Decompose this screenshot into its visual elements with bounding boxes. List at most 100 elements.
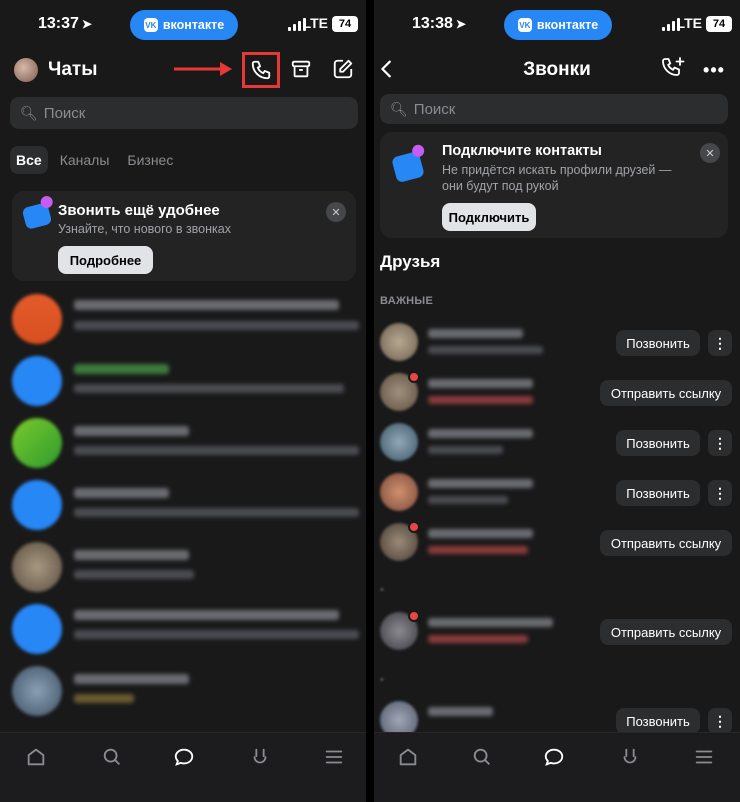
blurred-section-letter: •: [380, 674, 384, 686]
archive-button[interactable]: [290, 58, 314, 82]
contacts-promo-icon: [391, 150, 425, 184]
messages-tab[interactable]: [540, 743, 568, 771]
friends-title: Друзья: [380, 252, 441, 271]
services-icon: [623, 748, 637, 764]
profile-avatar[interactable]: [14, 58, 38, 82]
blurred-text: [74, 321, 359, 330]
call-button[interactable]: Позвонить: [616, 480, 700, 506]
send-link-button[interactable]: Отправить ссылку: [600, 530, 732, 556]
home-tab[interactable]: [394, 743, 422, 771]
more-info-button[interactable]: Подробнее: [58, 246, 153, 274]
blurred-text: [428, 479, 533, 488]
friend-row: Отправить ссылку: [380, 521, 732, 565]
list-item[interactable]: [12, 356, 362, 418]
add-call-button[interactable]: [661, 56, 687, 82]
search-tab[interactable]: [98, 743, 126, 771]
close-icon[interactable]: ✕: [700, 143, 720, 163]
chat-filter-tabs: Все Каналы Бизнес: [10, 146, 179, 174]
bottom-tab-bar: [0, 732, 366, 802]
tab-all[interactable]: Все: [10, 146, 48, 174]
network-label: LTE: [302, 15, 328, 31]
connect-contacts-card: Подключите контакты Не придётся искать п…: [380, 132, 728, 238]
call-button[interactable]: Позвонить: [616, 330, 700, 356]
services-tab[interactable]: [246, 743, 274, 771]
blurred-text: [74, 384, 344, 393]
call-button[interactable]: Позвонить: [616, 708, 700, 734]
battery-icon: 74: [332, 16, 358, 32]
blurred-text: [428, 529, 533, 538]
avatar: [12, 604, 62, 654]
blurred-text: [428, 429, 533, 438]
list-item[interactable]: [12, 666, 362, 728]
friend-more-button[interactable]: ⋮: [708, 330, 732, 356]
search-tab[interactable]: [468, 743, 496, 771]
search-icon: [473, 748, 490, 765]
send-link-button[interactable]: Отправить ссылку: [600, 380, 732, 406]
notification-badge: [408, 610, 420, 622]
navigation-arrow-icon: ➤: [81, 17, 92, 31]
search-input[interactable]: 🔍︎ Поиск: [10, 97, 358, 129]
avatar: [12, 542, 62, 592]
connect-button[interactable]: Подключить: [442, 203, 536, 231]
tab-channels[interactable]: Каналы: [54, 146, 116, 174]
avatar: [12, 418, 62, 468]
list-item[interactable]: [12, 604, 362, 666]
list-item[interactable]: [12, 418, 362, 480]
friend-row: Позвонить ⋮: [380, 421, 732, 465]
more-options-button[interactable]: •••: [702, 58, 726, 82]
search-placeholder: Поиск: [413, 100, 456, 118]
list-item[interactable]: [12, 480, 362, 542]
home-tab[interactable]: [22, 743, 50, 771]
friend-more-button[interactable]: ⋮: [708, 430, 732, 456]
compose-icon: [333, 59, 353, 79]
blurred-text: [428, 635, 528, 643]
vk-app-pill[interactable]: VK вконтакте: [504, 10, 612, 40]
blurred-text: [74, 364, 169, 374]
avatar: [380, 423, 418, 461]
blurred-text: [74, 674, 189, 684]
vk-logo-icon: VK: [143, 18, 158, 32]
compose-button[interactable]: [332, 58, 356, 82]
menu-tab[interactable]: [320, 743, 348, 771]
blurred-text: [74, 570, 194, 579]
blurred-text: [74, 488, 169, 498]
list-item[interactable]: [12, 542, 362, 604]
network-label: LTE: [676, 15, 702, 31]
blurred-text: [428, 379, 533, 388]
menu-tab[interactable]: [690, 743, 718, 771]
friend-row: Позвонить ⋮: [380, 321, 732, 365]
add-call-icon: [662, 57, 685, 76]
screen-divider: [366, 0, 374, 802]
blurred-text: [428, 346, 543, 354]
blurred-text: [74, 610, 339, 620]
list-item[interactable]: [12, 294, 362, 356]
calls-promo-icon: [21, 202, 53, 230]
services-tab[interactable]: [616, 743, 644, 771]
status-bar: 13:37 ➤ VK вконтакте LTE 74: [0, 10, 366, 40]
clock: 13:37 ➤: [38, 15, 92, 32]
clock: 13:38 ➤: [412, 15, 466, 32]
friend-more-button[interactable]: ⋮: [708, 708, 732, 734]
vk-pill-label: вконтакте: [536, 18, 599, 32]
friend-more-button[interactable]: ⋮: [708, 480, 732, 506]
notification-badge: [408, 521, 420, 533]
battery-icon: 74: [706, 16, 732, 32]
avatar: [12, 294, 62, 344]
more-icon: •••: [703, 59, 725, 80]
search-input[interactable]: 🔍︎ Поиск: [380, 94, 728, 124]
more-icon: ⋮: [713, 434, 727, 451]
blurred-section-letter: •: [380, 584, 384, 596]
tab-business[interactable]: Бизнес: [121, 146, 179, 174]
call-button[interactable]: Позвонить: [616, 430, 700, 456]
vk-app-pill[interactable]: VK вконтакте: [130, 10, 238, 40]
calls-button[interactable]: [242, 52, 280, 88]
archive-icon: [291, 60, 311, 78]
blurred-text: [74, 630, 359, 639]
services-icon: [253, 748, 267, 764]
close-icon[interactable]: ✕: [326, 202, 346, 222]
search-icon: [103, 748, 120, 765]
blurred-text: [428, 329, 523, 338]
messages-tab[interactable]: [170, 743, 198, 771]
send-link-button[interactable]: Отправить ссылку: [600, 619, 732, 645]
friend-row: Отправить ссылку: [380, 610, 732, 654]
